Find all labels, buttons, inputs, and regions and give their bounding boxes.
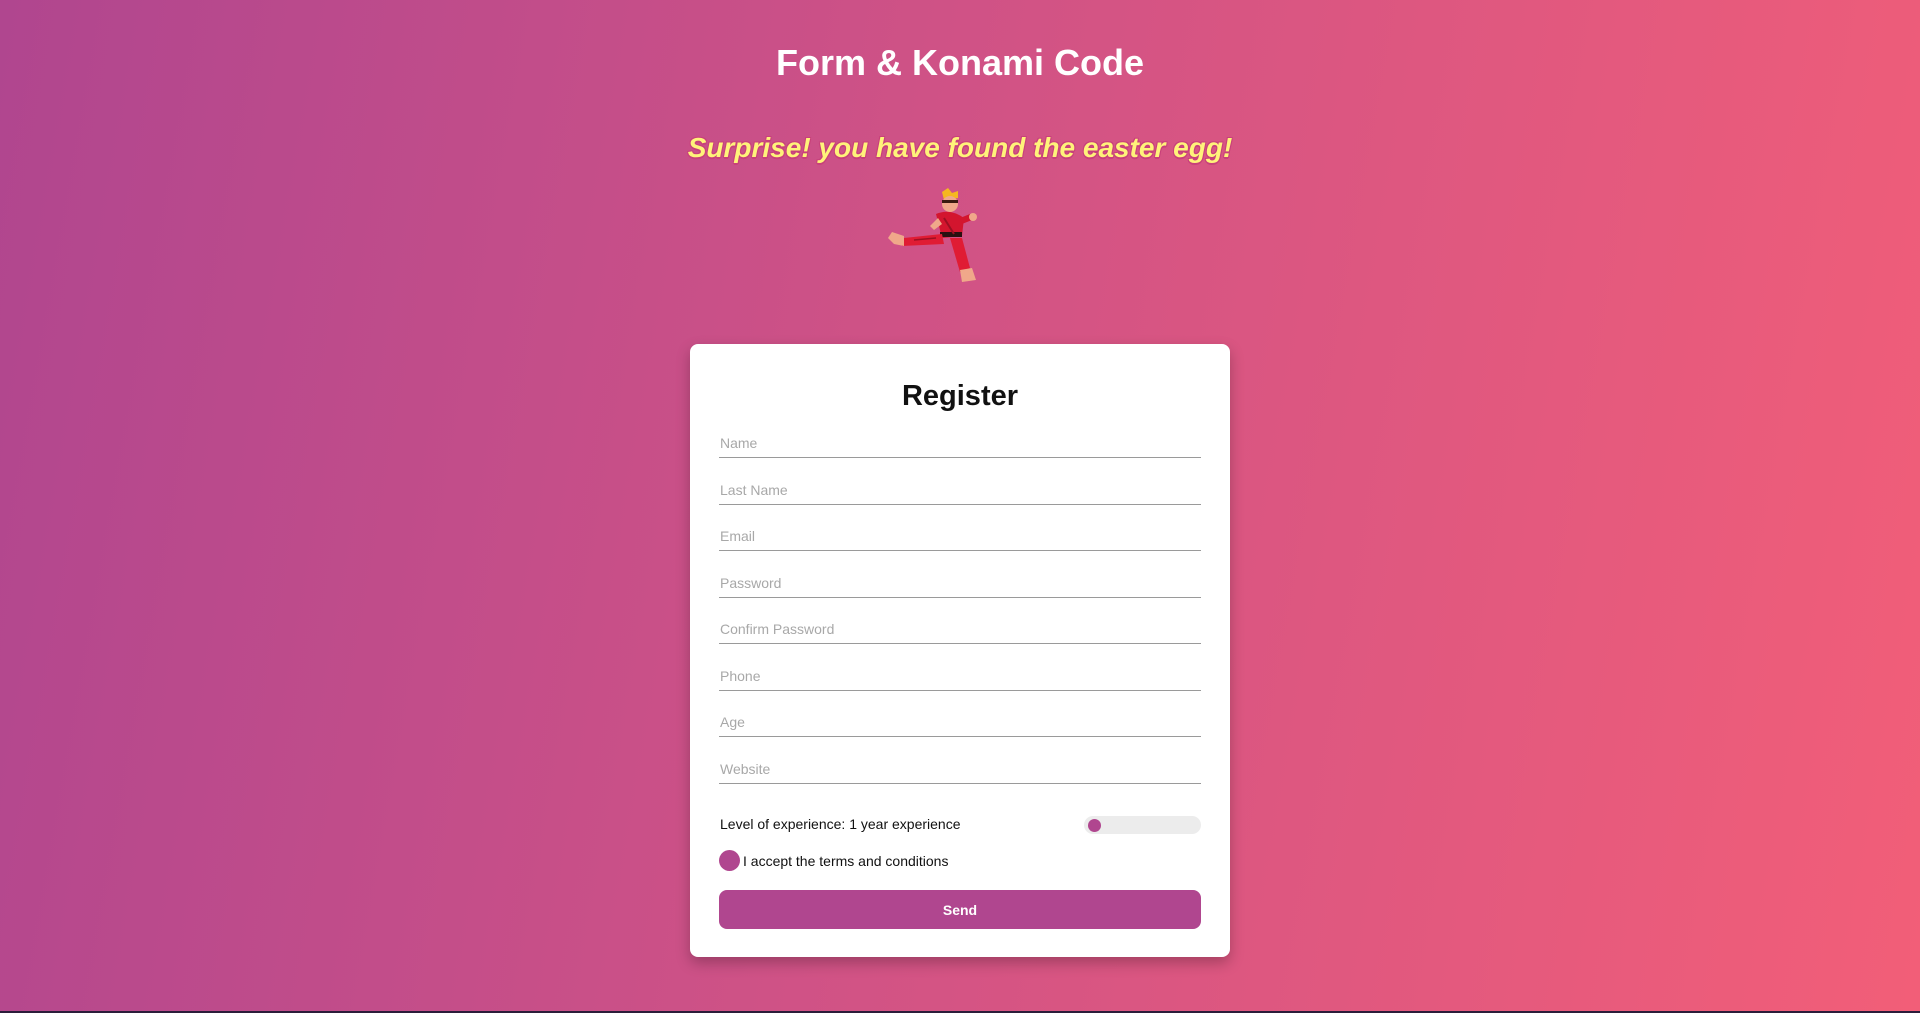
website-field [719,750,1201,784]
terms-row: I accept the terms and conditions [719,850,1201,872]
karate-fighter-image [888,188,977,282]
send-button[interactable]: Send [719,890,1201,929]
password-field [719,564,1201,598]
experience-slider[interactable] [1084,816,1201,834]
email-input[interactable] [720,524,1200,548]
terms-checkbox[interactable] [719,850,740,871]
experience-slider-thumb[interactable] [1088,819,1101,832]
experience-row: Level of experience: 1 year experience [719,814,1201,834]
website-input[interactable] [720,756,1200,781]
page-title: Form & Konami Code [775,42,1144,83]
phone-input[interactable] [720,663,1200,688]
easter-egg-message: Surprise! you have found the easter egg! [687,132,1233,163]
confirm-password-input[interactable] [720,617,1200,641]
age-field [719,703,1201,737]
email-field [719,517,1201,551]
password-input[interactable] [720,570,1200,595]
phone-field [719,657,1201,691]
last-name-field [719,471,1201,505]
experience-label: Level of experience: 1 year experience [720,816,961,832]
name-input[interactable] [720,431,1200,455]
terms-label[interactable]: I accept the terms and conditions [743,853,948,869]
confirm-password-field [719,610,1201,644]
last-name-input[interactable] [720,477,1200,502]
name-field [719,424,1201,458]
register-card: Register Level of experience: 1 year exp… [690,344,1230,957]
age-input[interactable] [720,710,1200,734]
register-title: Register [901,380,1019,412]
